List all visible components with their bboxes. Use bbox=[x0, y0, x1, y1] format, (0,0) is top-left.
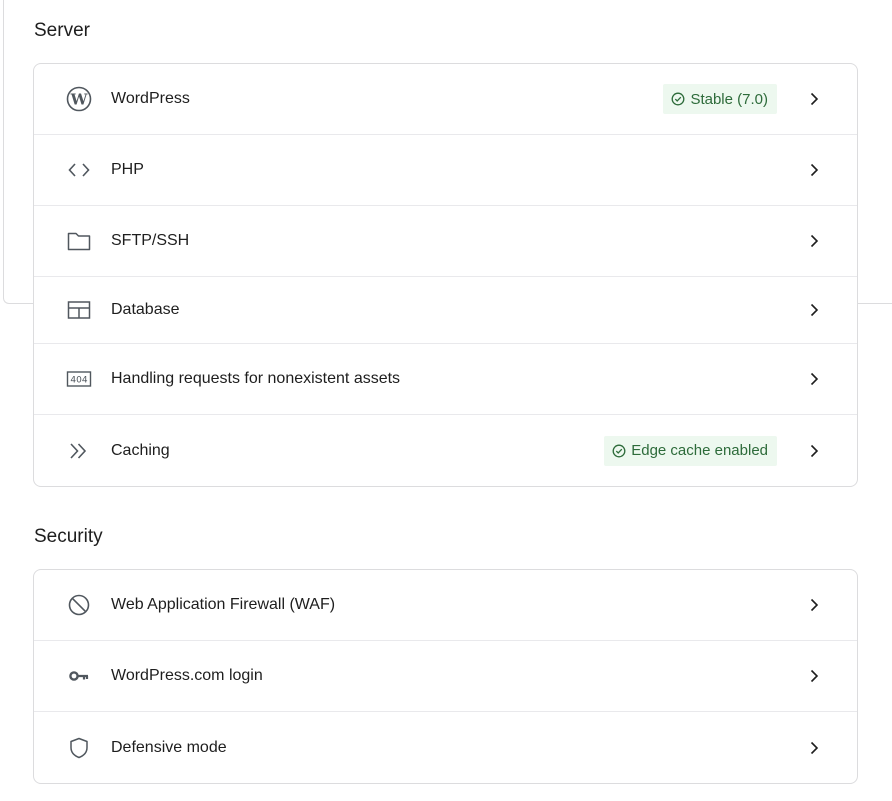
chevron-right-icon bbox=[805, 301, 823, 319]
status-badge-text: Edge cache enabled bbox=[631, 442, 768, 459]
shield-icon bbox=[66, 735, 92, 761]
settings-row-label: Caching bbox=[111, 441, 170, 459]
chevron-right-icon bbox=[805, 161, 823, 179]
fast-forward-icon bbox=[66, 438, 92, 464]
settings-row-waf[interactable]: Web Application Firewall (WAF) bbox=[34, 570, 857, 641]
wordpress-icon: W bbox=[66, 86, 92, 112]
svg-text:W: W bbox=[70, 91, 89, 109]
security-settings-card: Web Application Firewall (WAF) WordPress… bbox=[33, 569, 858, 784]
chevron-right-icon bbox=[805, 90, 823, 108]
settings-row-label: Defensive mode bbox=[111, 738, 227, 756]
settings-row-label: WordPress bbox=[111, 90, 190, 107]
status-badge-edge-cache: Edge cache enabled bbox=[604, 435, 777, 466]
block-icon bbox=[66, 592, 92, 618]
check-circle-icon bbox=[612, 444, 626, 457]
code-icon bbox=[66, 157, 92, 183]
chevron-right-icon bbox=[805, 667, 823, 685]
chevron-right-icon bbox=[805, 442, 823, 460]
settings-row-label: PHP bbox=[111, 161, 144, 178]
server-settings-card: W WordPress Stable (7.0) PHP SFTP/SSH Da… bbox=[33, 63, 858, 487]
section-title-server: Server bbox=[34, 20, 90, 41]
settings-row-nonexistent-assets[interactable]: 404 Handling requests for nonexistent as… bbox=[34, 344, 857, 415]
chevron-right-icon bbox=[805, 370, 823, 388]
settings-row-label: Database bbox=[111, 301, 180, 318]
settings-row-php[interactable]: PHP bbox=[34, 135, 857, 206]
section-title-security: Security bbox=[34, 526, 103, 547]
settings-row-database[interactable]: Database bbox=[34, 277, 857, 344]
settings-row-wordpress[interactable]: W WordPress Stable (7.0) bbox=[34, 64, 857, 135]
settings-row-wpcom-login[interactable]: WordPress.com login bbox=[34, 641, 857, 712]
table-icon bbox=[66, 297, 92, 323]
status-badge-text: Stable (7.0) bbox=[690, 90, 768, 108]
chevron-right-icon bbox=[805, 232, 823, 250]
chevron-right-icon bbox=[805, 739, 823, 757]
folder-icon bbox=[66, 228, 92, 254]
settings-row-label: WordPress.com login bbox=[111, 667, 263, 684]
404-icon-text: 404 bbox=[70, 376, 87, 386]
settings-row-defensive-mode[interactable]: Defensive mode bbox=[34, 712, 857, 783]
settings-row-label: Handling requests for nonexistent assets bbox=[111, 370, 401, 387]
status-badge-wordpress-version: Stable (7.0) bbox=[663, 84, 777, 114]
settings-row-label: Web Application Firewall (WAF) bbox=[111, 596, 336, 613]
settings-row-label: SFTP/SSH bbox=[111, 232, 190, 249]
settings-row-sftp-ssh[interactable]: SFTP/SSH bbox=[34, 206, 857, 277]
key-icon bbox=[66, 663, 92, 689]
chevron-right-icon bbox=[805, 596, 823, 614]
404-icon: 404 bbox=[66, 366, 92, 392]
settings-row-caching[interactable]: Caching Edge cache enabled bbox=[34, 415, 857, 486]
check-circle-icon bbox=[672, 92, 685, 106]
